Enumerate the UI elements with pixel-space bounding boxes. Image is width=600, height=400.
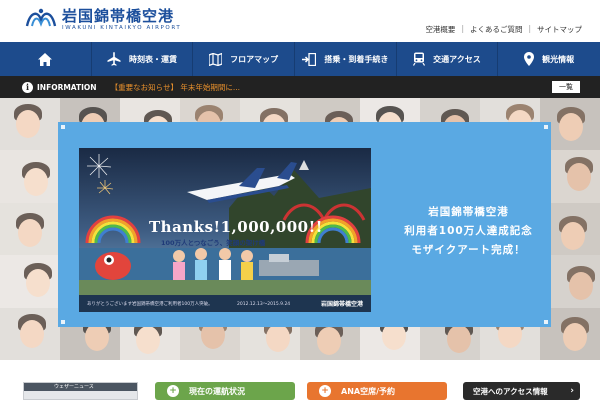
flight-status-button[interactable]: + 現在の運航状況 [155, 382, 295, 400]
info-icon: i [22, 81, 33, 93]
weather-widget[interactable]: ウェザーニュース [23, 382, 138, 400]
button-label: 現在の運航状況 [189, 386, 245, 396]
train-icon [413, 52, 426, 66]
poster-thanks-text: Thanks!1,000,000!! [149, 218, 323, 236]
nav-floor-map[interactable]: フロアマップ [193, 42, 295, 76]
feature-title-line: 岩国錦帯橋空港 [428, 206, 509, 218]
plus-icon: + [167, 385, 179, 397]
nav-boarding[interactable]: 搭乗・到着手続き [295, 42, 397, 76]
divider: | [461, 24, 464, 33]
ana-reservation-button[interactable]: + ANA空席/予約 [307, 382, 447, 400]
airplane-icon [107, 52, 121, 66]
nav-sightseeing[interactable]: 観光情報 [498, 42, 600, 76]
button-label: ANA空席/予約 [341, 386, 395, 396]
poster-period: 2012.12.13〜2015.9.24 [237, 302, 291, 307]
chevron-right-icon: › [570, 386, 574, 396]
feature-title-line: モザイクアート完成！ [411, 244, 526, 256]
information-bar: i INFORMATION 【重要なお知らせ】 年末年始期間に... 一覧 [0, 76, 600, 98]
logo-wave-icon [25, 8, 57, 27]
boarding-icon [302, 52, 317, 66]
link-faq[interactable]: よくあるご質問 [470, 24, 523, 35]
weather-label: ウェザーニュース [24, 383, 137, 391]
link-sitemap[interactable]: サイトマップ [537, 24, 582, 35]
header: 岩国錦帯橋空港 IWAKUNI KINTAIKYO AIRPORT 空港概要 |… [0, 0, 600, 42]
main-nav: 時刻表・運賃 フロアマップ 搭乗・到着手続き 交通アクセス 観光情報 [0, 42, 600, 76]
panel-corner [544, 125, 548, 129]
nav-label: 交通アクセス [433, 54, 481, 64]
panel-corner [61, 125, 65, 129]
information-label: i INFORMATION [22, 81, 97, 93]
feature-title: 岩国錦帯橋空港 利用者100万人達成記念 モザイクアート完成！ [396, 203, 541, 260]
location-pin-icon [524, 52, 535, 66]
panel-corner [61, 320, 65, 324]
information-list-button[interactable]: 一覧 [552, 81, 580, 93]
nav-timetable[interactable]: 時刻表・運賃 [92, 42, 194, 76]
panel-corner [544, 320, 548, 324]
button-label: 空港へのアクセス情報 [473, 386, 548, 396]
nav-label: 搭乗・到着手続き [324, 54, 389, 64]
poster-footer: ありがとうございます岩国錦帯橋空港ご利用者100万人突破。 2012.12.13… [79, 295, 371, 312]
home-icon [38, 52, 53, 66]
nav-access[interactable]: 交通アクセス [397, 42, 499, 76]
mosaic-art-poster[interactable]: Thanks!1,000,000!! 100万人とつなごう、笑顔の架け橋 ありが… [79, 148, 371, 312]
logo-subtitle: IWAKUNI KINTAIKYO AIRPORT [62, 24, 182, 31]
utility-links: 空港概要 | よくあるご質問 | サイトマップ [425, 24, 582, 35]
divider: | [528, 24, 531, 33]
information-headline[interactable]: 【重要なお知らせ】 年末年始期間に... [111, 82, 240, 93]
feature-title-line: 利用者100万人達成記念 [404, 225, 533, 237]
nav-home[interactable] [0, 42, 92, 76]
plus-icon: + [319, 385, 331, 397]
nav-label: 観光情報 [542, 54, 575, 64]
nav-label: フロアマップ [230, 54, 279, 64]
site-logo[interactable]: 岩国錦帯橋空港 IWAKUNI KINTAIKYO AIRPORT [24, 6, 181, 32]
poster-note: ありがとうございます岩国錦帯橋空港ご利用者100万人突破。 [87, 302, 213, 307]
poster-logo: 岩国錦帯橋空港 [320, 301, 363, 308]
logo-title: 岩国錦帯橋空港 [62, 6, 175, 25]
airport-access-button[interactable]: 空港へのアクセス情報 › [463, 382, 580, 400]
map-icon [209, 52, 223, 66]
information-title: INFORMATION [37, 82, 97, 92]
page: 岩国錦帯橋空港 IWAKUNI KINTAIKYO AIRPORT 空港概要 |… [0, 0, 600, 400]
nav-label: 時刻表・運賃 [129, 54, 178, 64]
quick-links-row: ウェザーニュース + 現在の運航状況 + ANA空席/予約 空港へのアクセス情報… [0, 360, 600, 400]
link-airport-overview[interactable]: 空港概要 [425, 24, 455, 35]
poster-subtitle: 100万人とつなごう、笑顔の架け橋 [161, 239, 266, 247]
